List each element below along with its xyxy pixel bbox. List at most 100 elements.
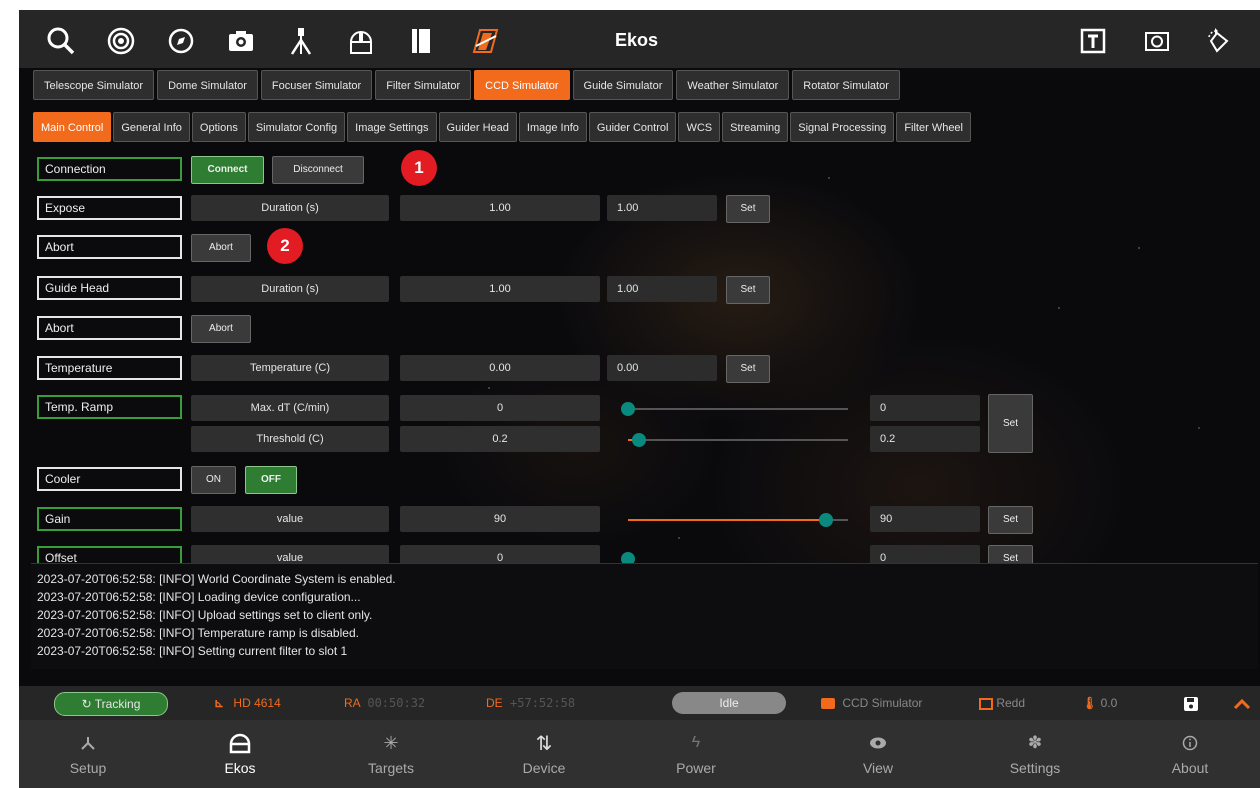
max-dt-slider-knob[interactable] [621,402,635,416]
tab-guide-simulator[interactable]: Guide Simulator [572,70,674,100]
target-icon[interactable] [101,24,141,58]
ekos-logo-icon[interactable] [465,24,505,58]
nav-targets[interactable]: ✳ Targets [321,720,461,788]
threshold-element-label: Threshold (C) [191,426,389,452]
threshold-slider-track[interactable] [628,439,848,441]
ra-value: 00:50:32 [367,696,426,710]
top-toolbar: Ekos [19,10,1260,68]
tab-main-control[interactable]: Main Control [33,112,112,142]
save-icon[interactable] [1183,686,1199,720]
screenshot-icon[interactable] [1139,24,1175,58]
gain-current-value: 90 [400,506,600,532]
cooler-off-button[interactable]: OFF [245,466,297,494]
chevron-up-icon[interactable] [1233,686,1251,720]
tab-guider-head[interactable]: Guider Head [438,112,517,142]
telescope-icon[interactable] [281,24,321,58]
target-status[interactable]: ⊾ HD 4614 [214,686,281,720]
tab-streaming[interactable]: Streaming [722,112,789,142]
expose-set-button[interactable]: Set [726,195,770,223]
notebook-icon[interactable] [401,24,441,58]
thermometer-icon: 🌡 [1082,696,1098,710]
nav-settings[interactable]: ✽ Settings [965,720,1105,788]
temperature-status[interactable]: 🌡 0.0 [1082,686,1117,720]
gain-element-label: value [191,506,389,532]
tab-image-info[interactable]: Image Info [518,112,587,142]
tab-wcs[interactable]: WCS [678,112,721,142]
temperature-element-label: Temperature (C) [191,355,389,381]
tab-guider-control[interactable]: Guider Control [588,112,677,142]
target-icon: ⊾ [214,696,225,710]
nav-ekos[interactable]: Ekos [170,720,310,788]
nav-label: Device [522,760,566,776]
max-dt-element-label: Max. dT (C/min) [191,395,389,421]
threshold-slider-knob[interactable] [632,433,646,447]
max-dt-slider-track[interactable] [628,408,848,410]
gain-label: Gain [37,507,182,531]
temperature-input[interactable]: 0.00 [607,355,717,381]
observatory-icon[interactable] [341,24,381,58]
nav-setup[interactable]: Setup [18,720,158,788]
callout-marker-2: 2 [267,228,303,264]
gain-slider-knob[interactable] [819,513,833,527]
text-frame-icon[interactable] [1075,24,1111,58]
tab-dome-simulator[interactable]: Dome Simulator [157,70,258,100]
tab-filter-simulator[interactable]: Filter Simulator [375,70,472,100]
tab-simulator-config[interactable]: Simulator Config [247,112,346,142]
gain-input[interactable]: 90 [870,506,980,532]
log-panel[interactable]: 2023-07-20T06:52:58: [INFO] World Coordi… [31,563,1258,669]
settings-icon: ✽ [1027,733,1043,752]
guide-head-element-label: Duration (s) [191,276,389,302]
view-icon [808,728,948,758]
tab-signal-processing[interactable]: Signal Processing [790,112,895,142]
log-line: 2023-07-20T06:52:58: [INFO] Loading devi… [37,590,361,604]
power-icon: ϟ [691,734,701,751]
idle-badge[interactable]: Idle [672,692,786,714]
connection-label: Connection [37,157,182,181]
tracking-icon: ↻ [81,697,95,711]
nav-about[interactable]: About [1120,720,1260,788]
device-icon: ⇅ [535,732,553,755]
callout-marker-1: 1 [401,150,437,186]
tab-telescope-simulator[interactable]: Telescope Simulator [33,70,155,100]
gain-set-button[interactable]: Set [988,506,1033,534]
tab-image-settings[interactable]: Image Settings [347,112,437,142]
tracking-badge[interactable]: ↻ Tracking [54,692,168,716]
nav-device[interactable]: ⇅ Device [474,720,614,788]
bottom-navigation: Setup Ekos ✳ Targets ⇅ Device ϟ Power Vi… [19,720,1260,788]
camera-icon[interactable] [221,24,261,58]
guide-head-set-button[interactable]: Set [726,276,770,304]
nav-label: Ekos [224,760,256,776]
rotate-icon[interactable] [1199,24,1235,58]
nav-view[interactable]: View [808,720,948,788]
abort-guide-button[interactable]: Abort [191,315,251,343]
temperature-value: 0.0 [1100,696,1118,710]
threshold-current-value: 0.2 [400,426,600,452]
guide-head-input[interactable]: 1.00 [607,276,717,302]
setup-icon [18,728,158,758]
max-dt-input[interactable]: 0 [870,395,980,421]
compass-icon[interactable] [161,24,201,58]
tab-general-info[interactable]: General Info [113,112,190,142]
connect-button[interactable]: Connect [191,156,264,184]
disconnect-button[interactable]: Disconnect [272,156,364,184]
temp-ramp-set-button[interactable]: Set [988,394,1033,453]
filter-status[interactable]: Redd [979,686,1025,720]
nav-label: Targets [368,760,414,776]
nav-power[interactable]: ϟ Power [626,720,766,788]
tab-rotator-simulator[interactable]: Rotator Simulator [792,70,900,100]
tab-focuser-simulator[interactable]: Focuser Simulator [260,70,373,100]
threshold-input[interactable]: 0.2 [870,426,980,452]
tab-ccd-simulator[interactable]: CCD Simulator [474,70,570,100]
search-icon[interactable] [41,24,81,58]
cooler-on-button[interactable]: ON [191,466,236,494]
app-title: Ekos [615,30,659,50]
log-line: 2023-07-20T06:52:58: [INFO] Temperature … [37,626,359,640]
expose-input[interactable]: 1.00 [607,195,717,221]
camera-status[interactable]: CCD Simulator [821,686,922,720]
tab-filter-wheel[interactable]: Filter Wheel [896,112,971,142]
tab-options[interactable]: Options [191,112,246,142]
gain-slider-fill [628,519,826,521]
abort-exposure-button[interactable]: Abort [191,234,251,262]
temperature-set-button[interactable]: Set [726,355,770,383]
tab-weather-simulator[interactable]: Weather Simulator [676,70,790,100]
